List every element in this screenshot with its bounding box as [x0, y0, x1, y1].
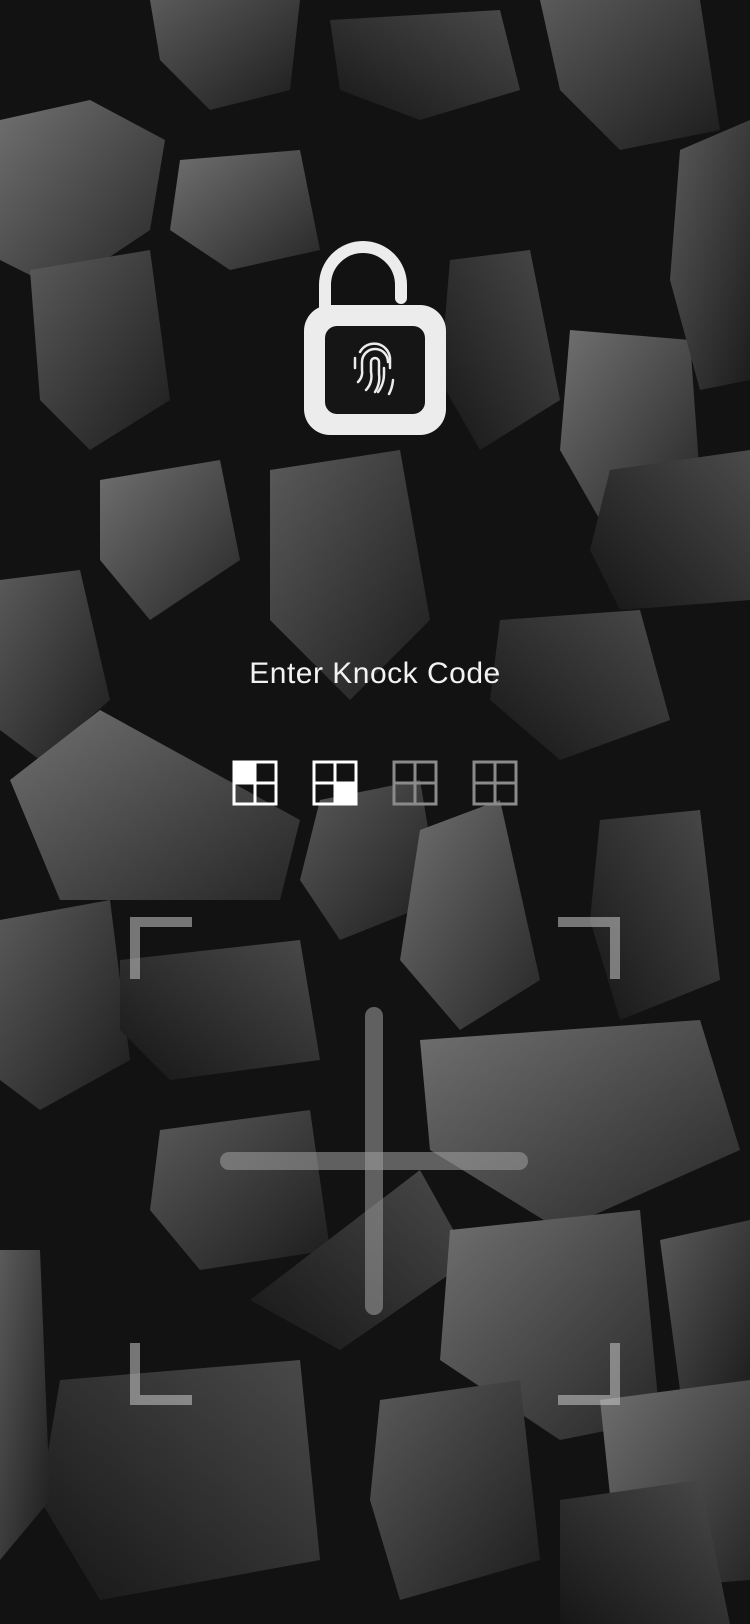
code-indicators — [232, 760, 522, 806]
knock-quadrant-top-left[interactable] — [130, 917, 375, 1161]
knock-quadrant-bottom-right[interactable] — [375, 1161, 620, 1405]
knock-quadrant-top-right[interactable] — [375, 917, 620, 1161]
padlock-fingerprint-icon — [300, 240, 450, 445]
page-title: Enter Knock Code — [249, 657, 501, 690]
code-indicator-filled — [312, 760, 358, 806]
code-indicator-empty — [392, 760, 438, 806]
knock-quadrant-bottom-left[interactable] — [130, 1161, 375, 1405]
code-indicator-filled — [232, 760, 278, 806]
code-indicator-empty — [472, 760, 518, 806]
knock-pad — [130, 917, 620, 1405]
